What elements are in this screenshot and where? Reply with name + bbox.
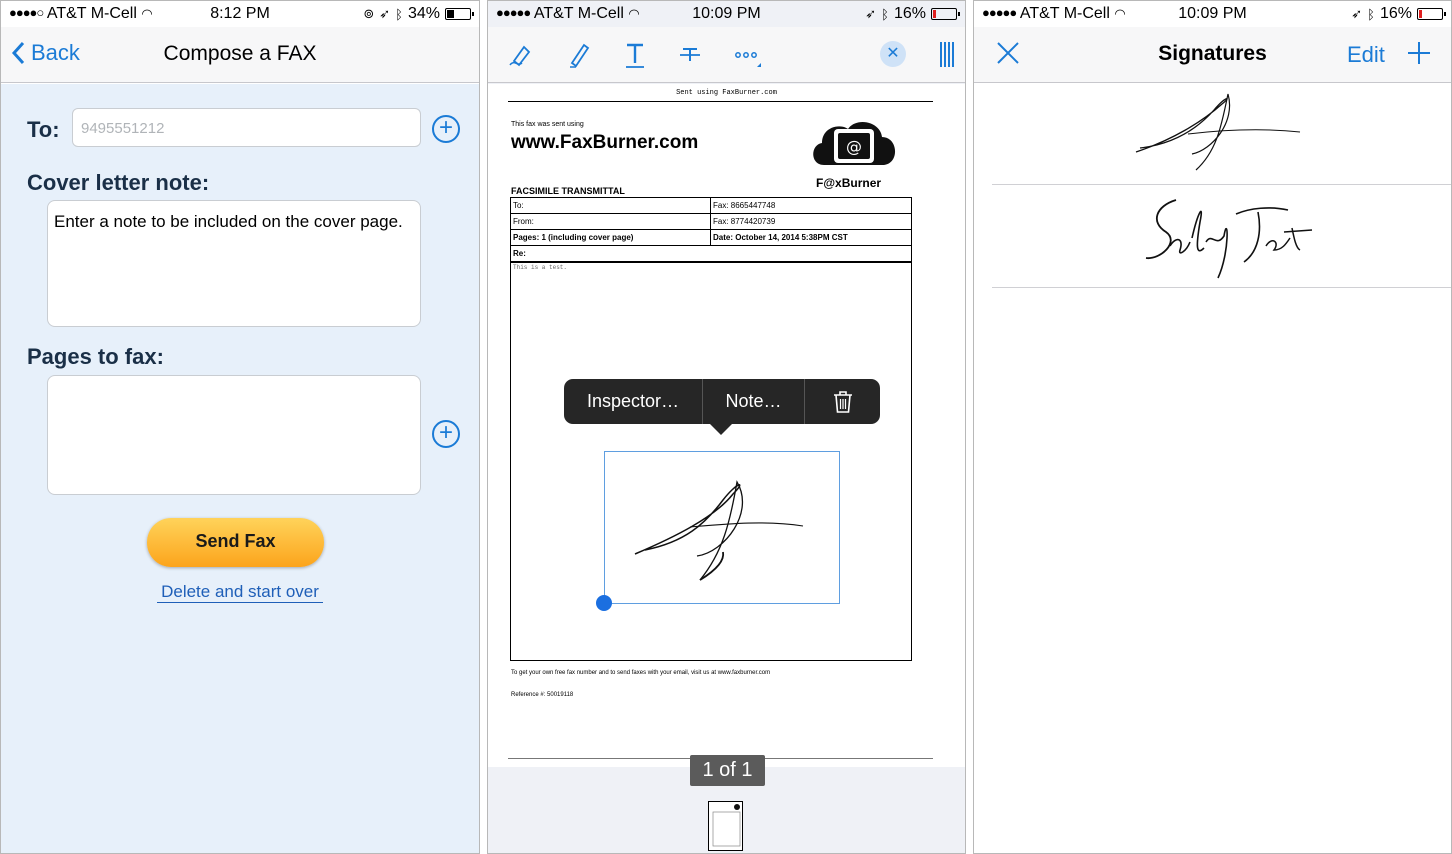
battery-percent: 16% [893, 5, 926, 22]
signature-pen-icon[interactable] [508, 41, 536, 69]
signature-drawing [634, 480, 804, 581]
to-placeholder: 9495551212 [81, 120, 165, 137]
more-options-icon[interactable] [734, 49, 762, 69]
reference-text: Reference #: 50019118 [511, 692, 574, 698]
footer-text: To get your own free fax number and to s… [511, 670, 771, 676]
status-bar: ●●●●● AT&T M-Cell ◠ 10:09 PM ➶ ᛒ 16% [488, 1, 965, 27]
battery-fill [933, 10, 936, 18]
location-icon: ➶ [865, 6, 877, 21]
table-row: To: Fax: 8665447748 [511, 198, 911, 214]
table-cell: From: [511, 214, 711, 229]
table-cell: Fax: 8665447748 [713, 201, 776, 210]
pages-label: Pages to fax: [27, 344, 164, 369]
faxburner-logo-icon: @ [813, 122, 896, 165]
resize-handle[interactable] [596, 595, 612, 611]
status-right: ⊚ ➶ ᛒ 34% [363, 5, 474, 23]
cover-letter-label: Cover letter note: [27, 170, 210, 195]
page-thumbnail[interactable] [708, 801, 743, 851]
annotation-toolbar: ✕ [488, 27, 965, 83]
page-title: Compose a FAX [163, 42, 317, 65]
nav-bar: Signatures Edit [974, 27, 1451, 83]
battery-icon [931, 8, 960, 20]
add-pages-button[interactable]: + [432, 420, 460, 448]
status-right: ➶ ᛒ 16% [1351, 5, 1446, 23]
delete-and-start-over-link[interactable]: Delete and start over [157, 582, 323, 603]
close-icon: ✕ [886, 45, 900, 62]
to-field[interactable]: 9495551212 [72, 108, 421, 147]
location-icon: ➶ [379, 6, 391, 21]
status-bar: ●●●●● AT&T M-Cell ◠ 10:09 PM ➶ ᛒ 16% [974, 1, 1451, 27]
annotate-fax-screen: ●●●●● AT&T M-Cell ◠ 10:09 PM ➶ ᛒ 16% ✕ S… [487, 0, 966, 854]
pages-field[interactable] [47, 375, 421, 495]
status-bar: ●●●●○ AT&T M-Cell ◠ 8:12 PM ⊚ ➶ ᛒ 34% [1, 1, 479, 27]
battery-fill [1419, 10, 1422, 18]
delete-link-wrap: Delete and start over [1, 582, 479, 603]
nav-bar: Back Compose a FAX [1, 27, 479, 83]
site-title: www.FaxBurner.com [511, 132, 699, 153]
table-row: Pages: 1 (including cover page) Date: Oc… [511, 230, 911, 246]
table-cell: Pages: 1 (including cover page) [511, 230, 711, 245]
rotation-lock-icon: ⊚ [363, 6, 375, 21]
battery-fill [447, 10, 454, 18]
battery-percent: 16% [1379, 5, 1412, 22]
re-label: Re: [513, 249, 526, 258]
menu-pointer [710, 424, 732, 435]
inspector-menu-item[interactable]: Inspector… [564, 379, 703, 424]
to-label: To: [27, 117, 60, 142]
svg-text:@: @ [846, 137, 862, 156]
note-menu-item[interactable]: Note… [703, 379, 805, 424]
battery-percent: 34% [407, 5, 440, 22]
bluetooth-icon: ᛒ [881, 6, 889, 22]
logo-wordmark: F@xBurner [816, 176, 882, 190]
message-text: This is a test. [513, 264, 568, 271]
thumbnail-toggle-button[interactable] [940, 42, 954, 67]
cover-letter-field[interactable]: Enter a note to be included on the cover… [47, 200, 421, 327]
send-fax-button[interactable]: Send Fax [147, 518, 324, 567]
signature-preview-2 [1145, 199, 1313, 279]
table-row: Re: [511, 246, 911, 262]
signature-row-1[interactable] [992, 84, 1451, 185]
page-indicator: 1 of 1 [690, 755, 765, 786]
cover-letter-text: Enter a note to be included on the cover… [54, 212, 403, 231]
signature-preview-1 [1135, 93, 1301, 171]
status-right: ➶ ᛒ 16% [865, 5, 960, 23]
battery-icon [445, 8, 474, 20]
add-signature-icon[interactable] [1407, 41, 1431, 65]
compose-fax-screen: ●●●●○ AT&T M-Cell ◠ 8:12 PM ⊚ ➶ ᛒ 34% Ba… [0, 0, 480, 854]
compose-form: To: 9495551212 + Cover letter note: Ente… [1, 84, 479, 853]
doc-header: Sent using FaxBurner.com [676, 89, 777, 97]
plus-icon: + [438, 419, 453, 446]
table-cell: Date: October 14, 2014 5:38PM CST [713, 233, 848, 242]
signatures-screen: ●●●●● AT&T M-Cell ◠ 10:09 PM ➶ ᛒ 16% Sig… [973, 0, 1452, 854]
highlighter-icon[interactable] [568, 41, 592, 69]
bluetooth-icon: ᛒ [395, 6, 403, 22]
transmittal-title: FACSIMILE TRANSMITTAL [511, 186, 625, 196]
table-cell: Fax: 8774420739 [713, 217, 776, 226]
header-rule [508, 101, 933, 102]
delete-menu-item[interactable] [805, 379, 880, 424]
close-annotation-button[interactable]: ✕ [880, 41, 906, 67]
signature-row-2[interactable] [992, 186, 1451, 288]
annotation-context-menu: Inspector… Note… [564, 379, 880, 424]
strikethrough-icon[interactable] [679, 41, 701, 69]
location-icon: ➶ [1351, 6, 1363, 21]
text-tool-icon[interactable] [624, 41, 646, 69]
trash-icon [833, 390, 852, 413]
edit-button[interactable]: Edit [1347, 42, 1385, 68]
battery-icon [1417, 8, 1446, 20]
plus-icon: + [438, 114, 453, 141]
sent-via-text: This fax was sent using [511, 121, 584, 128]
table-cell: To: [511, 198, 711, 213]
bluetooth-icon: ᛒ [1367, 6, 1375, 22]
page-thumbnail-preview [712, 804, 741, 847]
table-row: From: Fax: 8774420739 [511, 214, 911, 230]
add-contact-button[interactable]: + [432, 115, 460, 143]
transmittal-table: To: Fax: 8665447748 From: Fax: 877442073… [510, 197, 912, 263]
signature-annotation[interactable] [604, 451, 840, 604]
